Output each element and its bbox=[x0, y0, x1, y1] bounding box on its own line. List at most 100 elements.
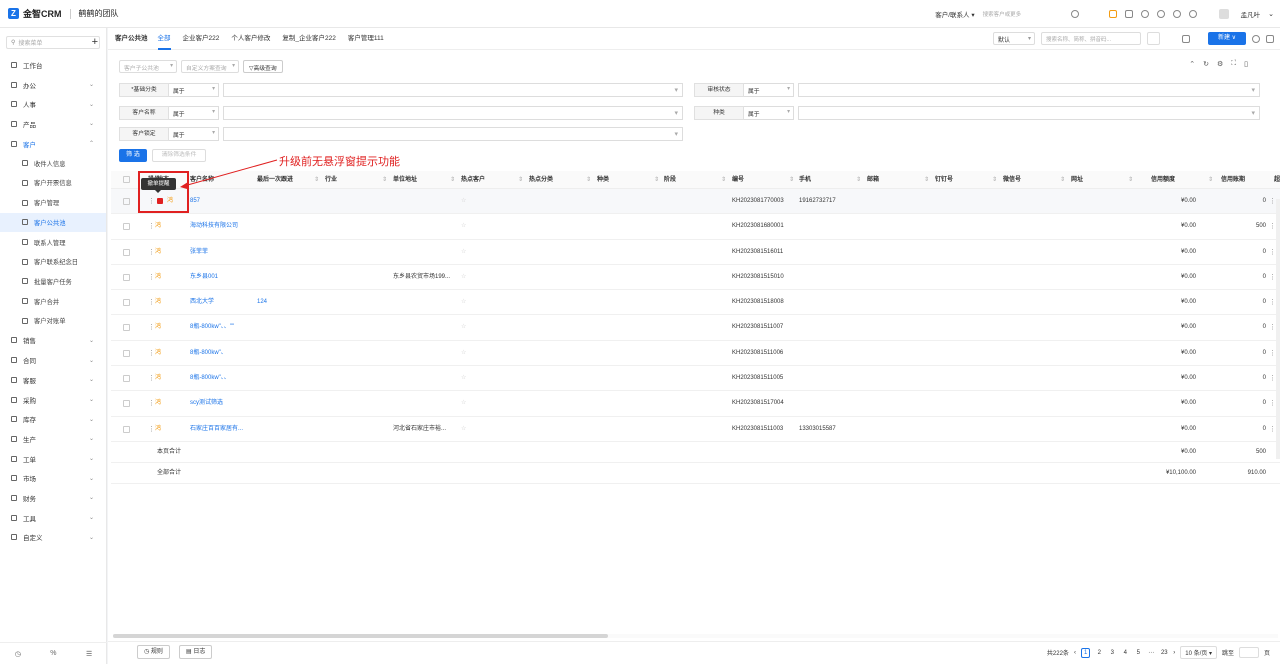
tab-all[interactable]: 全部 bbox=[157, 28, 171, 50]
more-actions-icon[interactable]: ⋮ bbox=[148, 391, 155, 416]
collapse-icon[interactable]: ⌃ bbox=[1189, 60, 1195, 68]
scheme-select[interactable]: 自定义方案查询 bbox=[181, 59, 239, 73]
column-header[interactable]: 行业 ⇕ bbox=[325, 171, 391, 189]
chevron-icon[interactable]: ⌄ bbox=[89, 357, 94, 364]
pool-select[interactable]: 客户子公共池 bbox=[119, 59, 177, 73]
sidebar-item-6[interactable]: 客户开票信息 bbox=[0, 173, 106, 193]
page-4[interactable]: 4 bbox=[1121, 650, 1129, 656]
condition-value[interactable] bbox=[223, 106, 683, 120]
more-actions-icon[interactable]: ⋮ bbox=[148, 265, 155, 290]
sort-icon[interactable]: ⇕ bbox=[450, 171, 455, 189]
sort-icon[interactable]: ⇕ bbox=[654, 171, 659, 189]
column-header[interactable]: 最后一次跟进 ⇕ bbox=[257, 171, 323, 189]
rules-button[interactable]: ◷ 规则 bbox=[137, 645, 170, 659]
sidebar-item-13[interactable]: 客户对账单 bbox=[0, 311, 106, 331]
table-row[interactable]: ⋮ 鸿东乡县001 东乡县农贸市场199... ☆ KH2023081515010 ¥0.… bbox=[111, 265, 1280, 291]
column-header[interactable]: 超 bbox=[1274, 171, 1280, 189]
bell-icon[interactable] bbox=[1140, 10, 1149, 18]
monitor-icon[interactable] bbox=[1182, 34, 1190, 43]
sidebar-item-10[interactable]: 客户联系纪念日 bbox=[0, 252, 106, 272]
star-icon[interactable]: ☆ bbox=[461, 417, 466, 442]
condition-operator[interactable]: 属于 bbox=[744, 83, 794, 97]
row-checkbox[interactable] bbox=[123, 299, 130, 307]
filter-button[interactable]: 筛 选 bbox=[119, 149, 147, 162]
avatar[interactable] bbox=[1218, 9, 1229, 19]
sidebar-item-11[interactable]: 批量客户任务 bbox=[0, 272, 106, 292]
row-checkbox[interactable] bbox=[123, 273, 130, 281]
condition-operator[interactable]: 属于 bbox=[169, 83, 219, 97]
sort-icon[interactable]: ⇕ bbox=[856, 171, 861, 189]
row-menu-icon[interactable]: ⋮ bbox=[1269, 315, 1276, 340]
star-icon[interactable]: ☆ bbox=[461, 189, 466, 214]
star-icon[interactable]: ☆ bbox=[461, 290, 466, 315]
row-checkbox[interactable] bbox=[123, 223, 130, 231]
customer-name-link[interactable]: 8瓶-800kw"、、 bbox=[190, 366, 252, 391]
refresh-icon[interactable]: ↻ bbox=[1203, 60, 1209, 68]
jump-input[interactable] bbox=[1238, 647, 1259, 658]
chevron-icon[interactable]: ⌄ bbox=[89, 475, 94, 482]
ledger-icon[interactable]: 鸿 bbox=[155, 315, 161, 340]
row-menu-icon[interactable]: ⋮ bbox=[1269, 366, 1276, 391]
column-header[interactable]: 种类 ⇕ bbox=[597, 171, 663, 189]
sort-icon[interactable]: ⇕ bbox=[382, 171, 387, 189]
sidebar-item-24[interactable]: 自定义 ⌄ bbox=[0, 528, 106, 548]
new-button[interactable]: 新建 ∨ bbox=[1208, 32, 1246, 45]
page-size-select[interactable]: 10 条/页 ▾ bbox=[1180, 646, 1217, 659]
more-actions-icon[interactable]: ⋮ bbox=[148, 290, 155, 315]
column-header[interactable]: 网址 ⇕ bbox=[1071, 171, 1137, 189]
table-row[interactable]: ⋮ 鸿 857 ☆ KH2023081770003 19162732717 ¥0.00 0 ⋮ bbox=[111, 189, 1280, 215]
menu-search-input[interactable]: ⚲ 搜索菜单 bbox=[6, 36, 100, 49]
chevron-icon[interactable]: ⌄ bbox=[89, 376, 94, 383]
global-search-input[interactable]: 搜索客户或更多 bbox=[983, 10, 1063, 18]
chevron-icon[interactable]: ⌄ bbox=[89, 416, 94, 423]
column-header[interactable]: 阶段 ⇕ bbox=[664, 171, 730, 189]
row-checkbox[interactable] bbox=[123, 198, 130, 205]
sidebar-item-12[interactable]: 客户合并 bbox=[0, 291, 106, 311]
row-menu-icon[interactable]: ⋮ bbox=[1269, 214, 1276, 239]
fullscreen-icon[interactable]: ⛶ bbox=[1231, 60, 1236, 68]
row-checkbox[interactable] bbox=[123, 375, 130, 383]
sort-icon[interactable]: ⇕ bbox=[1208, 171, 1213, 189]
ledger-icon[interactable]: 鸿 bbox=[155, 391, 161, 416]
sidebar-item-20[interactable]: 工单 ⌄ bbox=[0, 449, 106, 469]
page-5[interactable]: 5 bbox=[1134, 650, 1142, 656]
row-menu-icon[interactable]: ⋮ bbox=[1269, 240, 1276, 265]
view-select[interactable]: 默认 bbox=[993, 32, 1035, 45]
ledger-icon[interactable]: 鸿 bbox=[155, 214, 161, 239]
column-icon[interactable]: ▯ bbox=[1244, 60, 1248, 68]
page-3[interactable]: 3 bbox=[1108, 650, 1116, 656]
sort-icon[interactable]: ⇕ bbox=[314, 171, 319, 189]
sidebar-item-9[interactable]: 联系人管理 bbox=[0, 232, 106, 252]
condition-operator[interactable]: 属于 bbox=[169, 106, 219, 120]
chevron-icon[interactable]: ⌄ bbox=[89, 494, 94, 501]
search-button[interactable] bbox=[1147, 32, 1160, 45]
table-row[interactable]: ⋮ 鸿石家庄百百家居有... 河北省石家庄市裕... ☆ KH2023081511003… bbox=[111, 417, 1280, 442]
sort-icon[interactable]: ⇕ bbox=[924, 171, 929, 189]
sort-icon[interactable]: ⇕ bbox=[721, 171, 726, 189]
page-1[interactable]: 1 bbox=[1080, 647, 1091, 658]
customer-name-link[interactable]: 海动科技有限公司 bbox=[190, 214, 252, 239]
chevron-icon[interactable]: ⌄ bbox=[89, 337, 94, 344]
customer-name-link[interactable]: 张菲菲 bbox=[190, 240, 252, 265]
customer-name-link[interactable]: 石家庄百百家居有... bbox=[190, 417, 252, 442]
sidebar-item-15[interactable]: 合同 ⌄ bbox=[0, 350, 106, 370]
more-actions-icon[interactable]: ⋮ bbox=[148, 341, 155, 366]
customer-name-link[interactable]: 西北大学 bbox=[190, 290, 252, 315]
ledger-icon[interactable]: 鸿 bbox=[155, 240, 161, 265]
chevron-icon[interactable]: ⌄ bbox=[89, 455, 94, 462]
sidebar-item-23[interactable]: 工具 ⌄ bbox=[0, 508, 106, 528]
vertical-scrollbar[interactable] bbox=[1276, 199, 1280, 459]
star-icon[interactable]: ☆ bbox=[461, 214, 466, 239]
clock-icon[interactable]: ◷ bbox=[15, 650, 21, 658]
condition-value[interactable] bbox=[223, 83, 683, 97]
row-menu-icon[interactable]: ⋮ bbox=[1269, 189, 1276, 214]
tab-customer-mgmt[interactable]: 客户管理111 bbox=[348, 28, 384, 50]
page-23[interactable]: 23 bbox=[1160, 650, 1168, 656]
ledger-icon[interactable]: 鸿 bbox=[155, 366, 161, 391]
condition-value[interactable] bbox=[223, 127, 683, 141]
more-actions-icon[interactable]: ⋮ bbox=[148, 315, 155, 340]
table-row[interactable]: ⋮ 鸿海动科技有限公司 ☆ KH2023081680001 ¥0.00 500 ⋮ bbox=[111, 214, 1280, 240]
settings-icon[interactable]: ⚙ bbox=[1217, 60, 1223, 68]
horizontal-scrollbar[interactable] bbox=[113, 634, 1278, 638]
expand-icon[interactable] bbox=[1266, 34, 1274, 43]
